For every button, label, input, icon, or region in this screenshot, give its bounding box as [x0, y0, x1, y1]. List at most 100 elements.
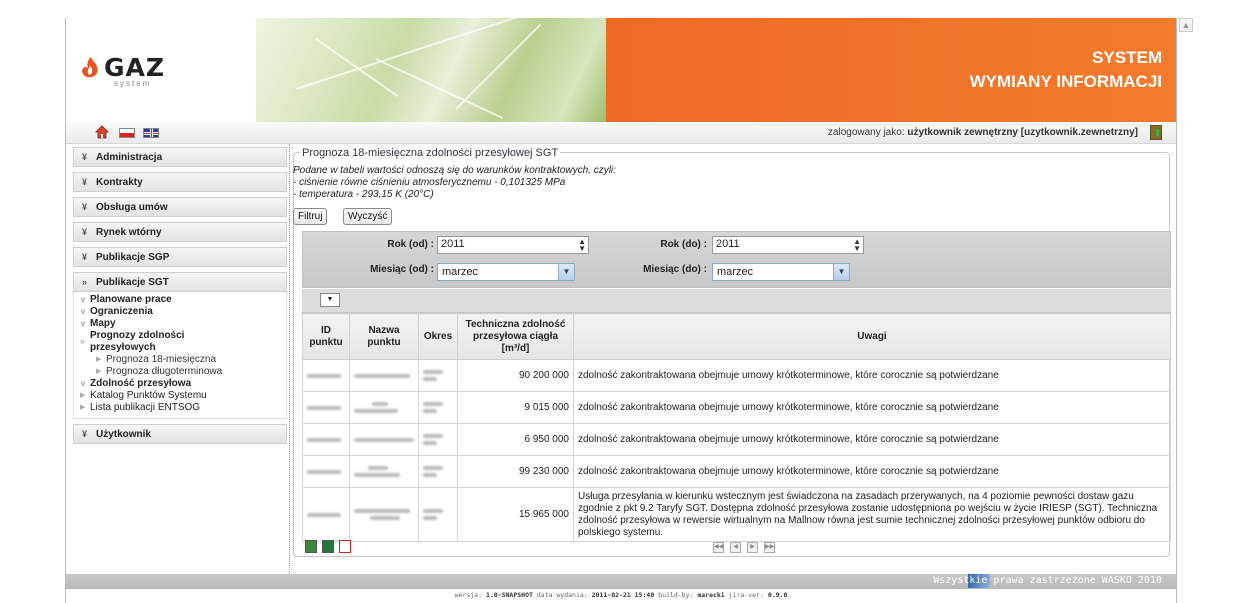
cell-id-redacted: [302, 487, 350, 542]
table-row[interactable]: 15 965 000 Usługa przesyłania w kierunku…: [302, 487, 1171, 542]
footer-bar: Wszystkie prawa zastrzeżone WASKO 2010: [66, 574, 1176, 589]
sidebar-item-planowane-prace[interactable]: ∨ Planowane prace: [74, 294, 286, 306]
spinner-arrows-icon[interactable]: ▲ ▼: [578, 238, 586, 253]
triangle-right-icon: ▶: [80, 404, 86, 411]
sidebar-section-publikacje-sgp[interactable]: ¥ Publikacje SGP: [73, 247, 287, 267]
month-from-select[interactable]: marzec ▼: [437, 263, 575, 281]
sidebar-section-uzytkownik[interactable]: ¥ Użytkownik: [73, 424, 287, 444]
sidebar-divider: [289, 144, 290, 574]
pdf-export-icon[interactable]: [339, 540, 351, 553]
excel-export-icon[interactable]: [322, 540, 334, 553]
sidebar: ¥ Administracja ¥ Kontrakty ¥ Obsługa umów …: [73, 147, 287, 449]
logged-in-as: zalogowany jako: użytkownik zewnętrzny […: [828, 127, 1138, 138]
sidebar-item-lista-entsog[interactable]: ▶ Lista publikacji ENTSOG: [74, 402, 286, 414]
logo[interactable]: GAZ system: [66, 18, 256, 122]
sidebar-item-prognozy[interactable]: » Prognozy zdolności przesyłowych: [74, 330, 286, 354]
logo-subtext: system: [114, 79, 152, 88]
copyright: Wszystkie prawa zastrzeżone WASKO 2010: [933, 575, 1162, 586]
chevron-down-icon: ¥: [82, 152, 88, 162]
cell-period-redacted: [418, 359, 458, 392]
forecast-panel: Prognoza 18-miesięczna zdolności przesył…: [293, 147, 1171, 557]
logo-text: GAZ: [104, 53, 165, 82]
note-intro: Podane w tabeli wartości odnoszą się do …: [293, 165, 616, 176]
cell-remarks: zdolność zakontraktowana obejmuje umowy …: [573, 359, 1171, 392]
col-header-period[interactable]: Okres: [418, 313, 458, 360]
cell-period-redacted: [418, 487, 458, 542]
cell-capacity: 99 230 000: [457, 455, 574, 488]
sidebar-section-publikacje-sgt[interactable]: » Publikacje SGT: [73, 272, 287, 292]
table-header-row: ID punktu Nazwa punktu Okres Techniczna …: [302, 313, 1171, 360]
cell-id-redacted: [302, 359, 350, 392]
scroll-up-arrow-icon[interactable]: ▲: [1179, 18, 1193, 32]
release-date: 2011-02-21 15:40: [591, 591, 655, 599]
title-banner: SYSTEM WYMIANY INFORMACJI: [606, 18, 1176, 122]
col-header-id[interactable]: ID punktu: [302, 313, 350, 360]
cell-capacity: 90 200 000: [457, 359, 574, 392]
grid-toolbar: ▼: [302, 289, 1171, 313]
sidebar-section-rynek-wtorny[interactable]: ¥ Rynek wtórny: [73, 222, 287, 242]
home-icon[interactable]: [95, 125, 109, 139]
cell-period-redacted: [418, 455, 458, 488]
sidebar-item-ograniczenia[interactable]: ∨ Ograniczenia: [74, 306, 286, 318]
build-by: marecki: [697, 591, 725, 599]
chevron-right-icon: »: [82, 277, 88, 287]
cell-name-redacted: [349, 391, 419, 424]
sidebar-section-administracja[interactable]: ¥ Administracja: [73, 147, 287, 167]
chevron-down-icon: ¥: [82, 429, 88, 439]
spinner-arrows-icon[interactable]: ▲ ▼: [853, 238, 861, 253]
sidebar-section-kontrakty[interactable]: ¥ Kontrakty: [73, 172, 287, 192]
col-header-name[interactable]: Nazwa punktu: [349, 313, 419, 360]
next-page-icon[interactable]: ▶: [747, 542, 758, 553]
header-banner: GAZ system SYSTEM WYMIANY INFORMACJI: [66, 18, 1176, 122]
note-pressure: - ciśnienie równe ciśnieniu atmosferyczn…: [293, 177, 566, 188]
uk-flag-icon[interactable]: [143, 128, 159, 138]
chevron-down-icon: ¥: [82, 177, 88, 187]
table-row[interactable]: 90 200 000 zdolność zakontraktowana obej…: [302, 359, 1171, 392]
table-row[interactable]: 99 230 000 zdolność zakontraktowana obej…: [302, 455, 1171, 488]
table-row[interactable]: 6 950 000 zdolność zakontraktowana obejm…: [302, 423, 1171, 456]
cell-id-redacted: [302, 391, 350, 424]
leaf-banner-image: [256, 18, 606, 122]
chevron-down-icon: ∨: [80, 295, 86, 304]
triangle-right-icon: ▶: [80, 392, 86, 399]
cell-capacity: 15 965 000: [457, 487, 574, 542]
clear-button[interactable]: Wyczyść: [343, 208, 393, 225]
table-row[interactable]: 9 015 000 zdolność zakontraktowana obejm…: [302, 391, 1171, 424]
sidebar-item-zdolnosc-przesylowa[interactable]: ∨ Zdolność przesyłowa: [74, 378, 286, 390]
chevron-down-icon: ∨: [80, 319, 86, 328]
cell-id-redacted: [302, 455, 350, 488]
jira-version: 0.9.0: [767, 591, 788, 599]
month-to-select[interactable]: marzec ▼: [712, 263, 850, 281]
sidebar-section-obsluga-umow[interactable]: ¥ Obsługa umów: [73, 197, 287, 217]
chevron-down-icon[interactable]: ▼: [833, 264, 849, 280]
chevron-down-icon: ∨: [80, 379, 86, 388]
prev-page-icon[interactable]: ◀: [730, 542, 741, 553]
cell-remarks: Usługa przesyłania w kierunku wstecznym …: [573, 487, 1171, 542]
flame-icon: [82, 57, 98, 78]
sidebar-item-prognoza-18[interactable]: ▶ Prognoza 18-miesięczna: [74, 354, 286, 366]
year-from-label: Rok (od) :: [387, 239, 434, 250]
first-page-icon[interactable]: ◀◀: [713, 542, 724, 553]
sidebar-item-mapy[interactable]: ∨ Mapy: [74, 318, 286, 330]
cell-capacity: 9 015 000: [457, 391, 574, 424]
csv-export-icon[interactable]: [305, 540, 317, 553]
logout-icon[interactable]: [1150, 125, 1162, 140]
triangle-right-icon: ▶: [96, 356, 102, 363]
system-title-line1: SYSTEM: [1092, 48, 1162, 67]
filter-button[interactable]: Filtruj: [293, 208, 328, 225]
sidebar-item-prognoza-dlugoterminowa[interactable]: ▶ Prognoza długoterminowa: [74, 366, 286, 378]
last-page-icon[interactable]: ▶▶: [764, 542, 775, 553]
pl-flag-icon[interactable]: [119, 128, 135, 138]
sidebar-item-katalog-punktow[interactable]: ▶ Katalog Punktów Systemu: [74, 390, 286, 402]
chevron-right-icon: »: [80, 337, 85, 346]
col-header-remarks[interactable]: Uwagi: [573, 313, 1171, 360]
col-header-capacity[interactable]: Techniczna zdolność przesyłowa ciągła [m…: [457, 313, 574, 360]
cell-name-redacted: [349, 359, 419, 392]
year-from-spinner[interactable]: 2011 ▲ ▼: [437, 236, 589, 254]
cell-name-redacted: [349, 455, 419, 488]
version: 1.0-SNAPSHOT: [485, 591, 533, 599]
chevron-down-icon: ¥: [82, 202, 88, 212]
year-to-spinner[interactable]: 2011 ▲ ▼: [712, 236, 864, 254]
chevron-down-icon[interactable]: ▼: [558, 264, 574, 280]
column-menu-button[interactable]: ▼: [320, 293, 340, 307]
